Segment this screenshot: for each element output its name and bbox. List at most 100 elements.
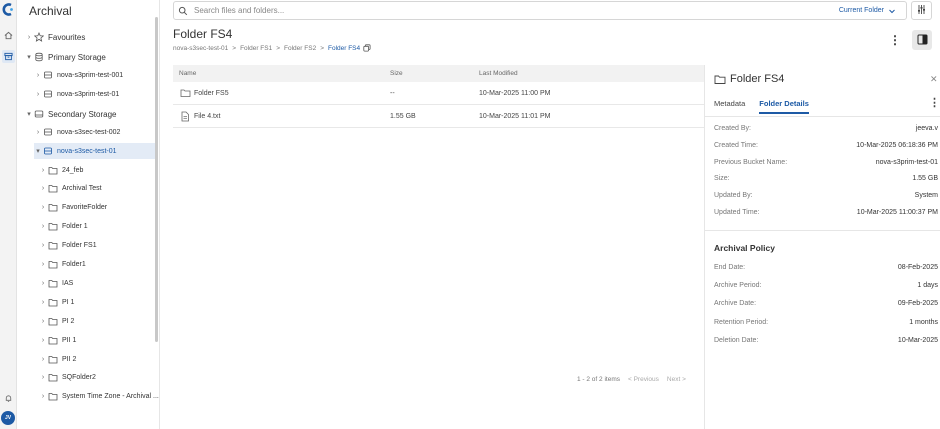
row-modified: 10-Mar-2025 11:01 PM: [479, 112, 551, 120]
chevron-right-icon[interactable]: ›: [39, 242, 47, 249]
policy-label: Archive Period:: [714, 282, 762, 290]
search-scope-dropdown[interactable]: Current Folder: [839, 7, 884, 14]
detail-field: Size: 1.55 GB: [714, 175, 938, 187]
bucket-drive-icon: [42, 145, 54, 157]
chevron-right-icon[interactable]: ›: [39, 261, 47, 268]
chevron-right-icon[interactable]: ›: [39, 337, 47, 344]
detail-value: jeeva.v: [915, 125, 938, 132]
filter-settings-button[interactable]: [911, 1, 932, 20]
pagination: 1 - 2 of 2 items < Previous Next >: [577, 376, 686, 383]
previous-page-button[interactable]: < Previous: [628, 376, 659, 383]
tree-item-secondary-storage[interactable]: ▾ Secondary Storage: [25, 106, 116, 122]
policy-field: End Date: 08-Feb-2025: [714, 264, 938, 276]
tree-item-bucket[interactable]: › nova-s3prim-test-01: [34, 86, 119, 102]
detail-value: nova-s3prim-test-01: [875, 158, 938, 166]
chevron-right-icon[interactable]: ›: [25, 34, 33, 41]
folder-icon: [47, 259, 59, 271]
chevron-right-icon[interactable]: ›: [39, 374, 47, 381]
table-row[interactable]: Folder FS5 -- 10-Mar-2025 11:00 PM: [173, 82, 704, 105]
tree-item-label: FavoriteFolder: [62, 204, 108, 212]
home-icon[interactable]: [2, 29, 15, 42]
tree-item-label: PII 2: [62, 355, 77, 363]
policy-label: Archive Date:: [714, 300, 757, 308]
row-name[interactable]: File 4.txt: [194, 113, 220, 120]
tab-folder-details[interactable]: Folder Details: [759, 95, 809, 114]
tree-item-folder[interactable]: › Folder 1: [39, 219, 88, 235]
column-header-size[interactable]: Size: [390, 70, 479, 77]
chevron-right-icon[interactable]: ›: [39, 204, 47, 211]
chevron-right-icon[interactable]: ›: [34, 129, 42, 136]
chevron-down-icon[interactable]: ▾: [25, 110, 33, 118]
tree-item-folder[interactable]: › SQFolder2: [39, 370, 96, 386]
table-row[interactable]: File 4.txt 1.55 GB 10-Mar-2025 11:01 PM: [173, 105, 704, 128]
chevron-down-icon[interactable]: [888, 7, 902, 15]
chevron-right-icon[interactable]: ›: [34, 72, 42, 79]
chevron-right-icon[interactable]: ›: [39, 280, 47, 287]
sliders-icon: [916, 4, 927, 17]
pagination-summary: 1 - 2 of 2 items: [577, 376, 620, 383]
breadcrumb-link[interactable]: Folder FS2: [284, 45, 316, 52]
copy-icon[interactable]: [363, 44, 371, 52]
tree-item-label: IAS: [62, 279, 74, 287]
column-header-name[interactable]: Name: [173, 70, 390, 77]
tree-item-bucket[interactable]: › nova-s3prim-test-001: [34, 67, 123, 83]
next-page-button[interactable]: Next >: [667, 376, 686, 383]
tree-item-folder[interactable]: › Folder FS1: [39, 238, 97, 254]
left-rail: JV: [0, 0, 17, 429]
tree-item-bucket[interactable]: › nova-s3sec-test-002: [34, 124, 121, 140]
tree-item-folder[interactable]: › 24_feb: [39, 162, 83, 178]
close-icon[interactable]: ✕: [930, 74, 938, 85]
tree-item-primary-storage[interactable]: ▾ Primary Storage: [25, 49, 106, 65]
breadcrumb-link[interactable]: Folder FS1: [240, 45, 272, 52]
tab-metadata[interactable]: Metadata: [714, 95, 745, 114]
tree-scrollbar[interactable]: [155, 17, 158, 342]
tree-item-folder[interactable]: › FavoriteFolder: [39, 200, 107, 216]
chevron-right-icon[interactable]: ›: [39, 393, 47, 400]
archive-icon[interactable]: [2, 50, 15, 63]
folder-icon: [47, 315, 59, 327]
side-panel-icon: [917, 34, 928, 47]
tree-item-folder[interactable]: › Folder1: [39, 257, 86, 273]
notification-bell-icon[interactable]: [2, 392, 15, 405]
tree-item-folder[interactable]: › PI 2: [39, 313, 74, 329]
chevron-down-icon[interactable]: ▾: [25, 53, 33, 61]
chevron-right-icon[interactable]: ›: [39, 167, 47, 174]
tree-item-label: PI 2: [62, 317, 75, 325]
chevron-down-icon[interactable]: ▾: [34, 147, 42, 155]
tree-item-folder[interactable]: › IAS: [39, 275, 73, 291]
tree-item-label: Folder1: [62, 261, 86, 268]
breadcrumb-separator: >: [276, 44, 281, 52]
more-options-icon[interactable]: ⋮: [889, 33, 901, 47]
detail-field: Previous Bucket Name: nova-s3prim-test-01: [714, 159, 938, 171]
user-avatar[interactable]: JV: [1, 411, 15, 425]
search-input[interactable]: Search files and folders...: [194, 6, 839, 15]
chevron-right-icon[interactable]: ›: [39, 356, 47, 363]
chevron-right-icon[interactable]: ›: [34, 91, 42, 98]
tree-item-folder[interactable]: › Archival Test: [39, 181, 102, 197]
policy-value: 1 days: [917, 282, 938, 290]
tree-item-bucket-selected[interactable]: ▾ nova-s3sec-test-01: [34, 143, 155, 159]
star-icon: [33, 31, 45, 43]
bucket-drive-icon: [42, 69, 54, 81]
breadcrumb-link[interactable]: nova-s3sec-test-01: [173, 45, 228, 52]
tree-item-label: Folder 1: [62, 223, 88, 231]
details-panel: Folder FS4 ✕ Metadata Folder Details ⋮ C…: [704, 65, 940, 429]
tree-item-folder[interactable]: › PII 1: [39, 332, 76, 348]
search-bar[interactable]: Search files and folders... Current Fold…: [173, 1, 907, 20]
details-more-options-icon[interactable]: ⋮: [929, 96, 940, 109]
tree-item-favourites[interactable]: › Favourites: [25, 29, 85, 45]
folder-icon: [47, 353, 59, 365]
folder-icon: [47, 334, 59, 346]
details-panel-toggle-button[interactable]: [912, 30, 932, 50]
chevron-right-icon[interactable]: ›: [39, 299, 47, 306]
column-header-last-modified[interactable]: Last Modified: [479, 70, 704, 77]
row-name[interactable]: Folder FS5: [194, 90, 229, 97]
chevron-right-icon[interactable]: ›: [39, 223, 47, 230]
search-icon: [178, 6, 192, 16]
chevron-right-icon[interactable]: ›: [39, 318, 47, 325]
tree-item-folder[interactable]: › System Time Zone - Archival ...: [39, 389, 159, 405]
details-title: Folder FS4: [730, 73, 785, 85]
tree-item-folder[interactable]: › PI 1: [39, 294, 74, 310]
chevron-right-icon[interactable]: ›: [39, 185, 47, 192]
tree-item-folder[interactable]: › PII 2: [39, 351, 76, 367]
